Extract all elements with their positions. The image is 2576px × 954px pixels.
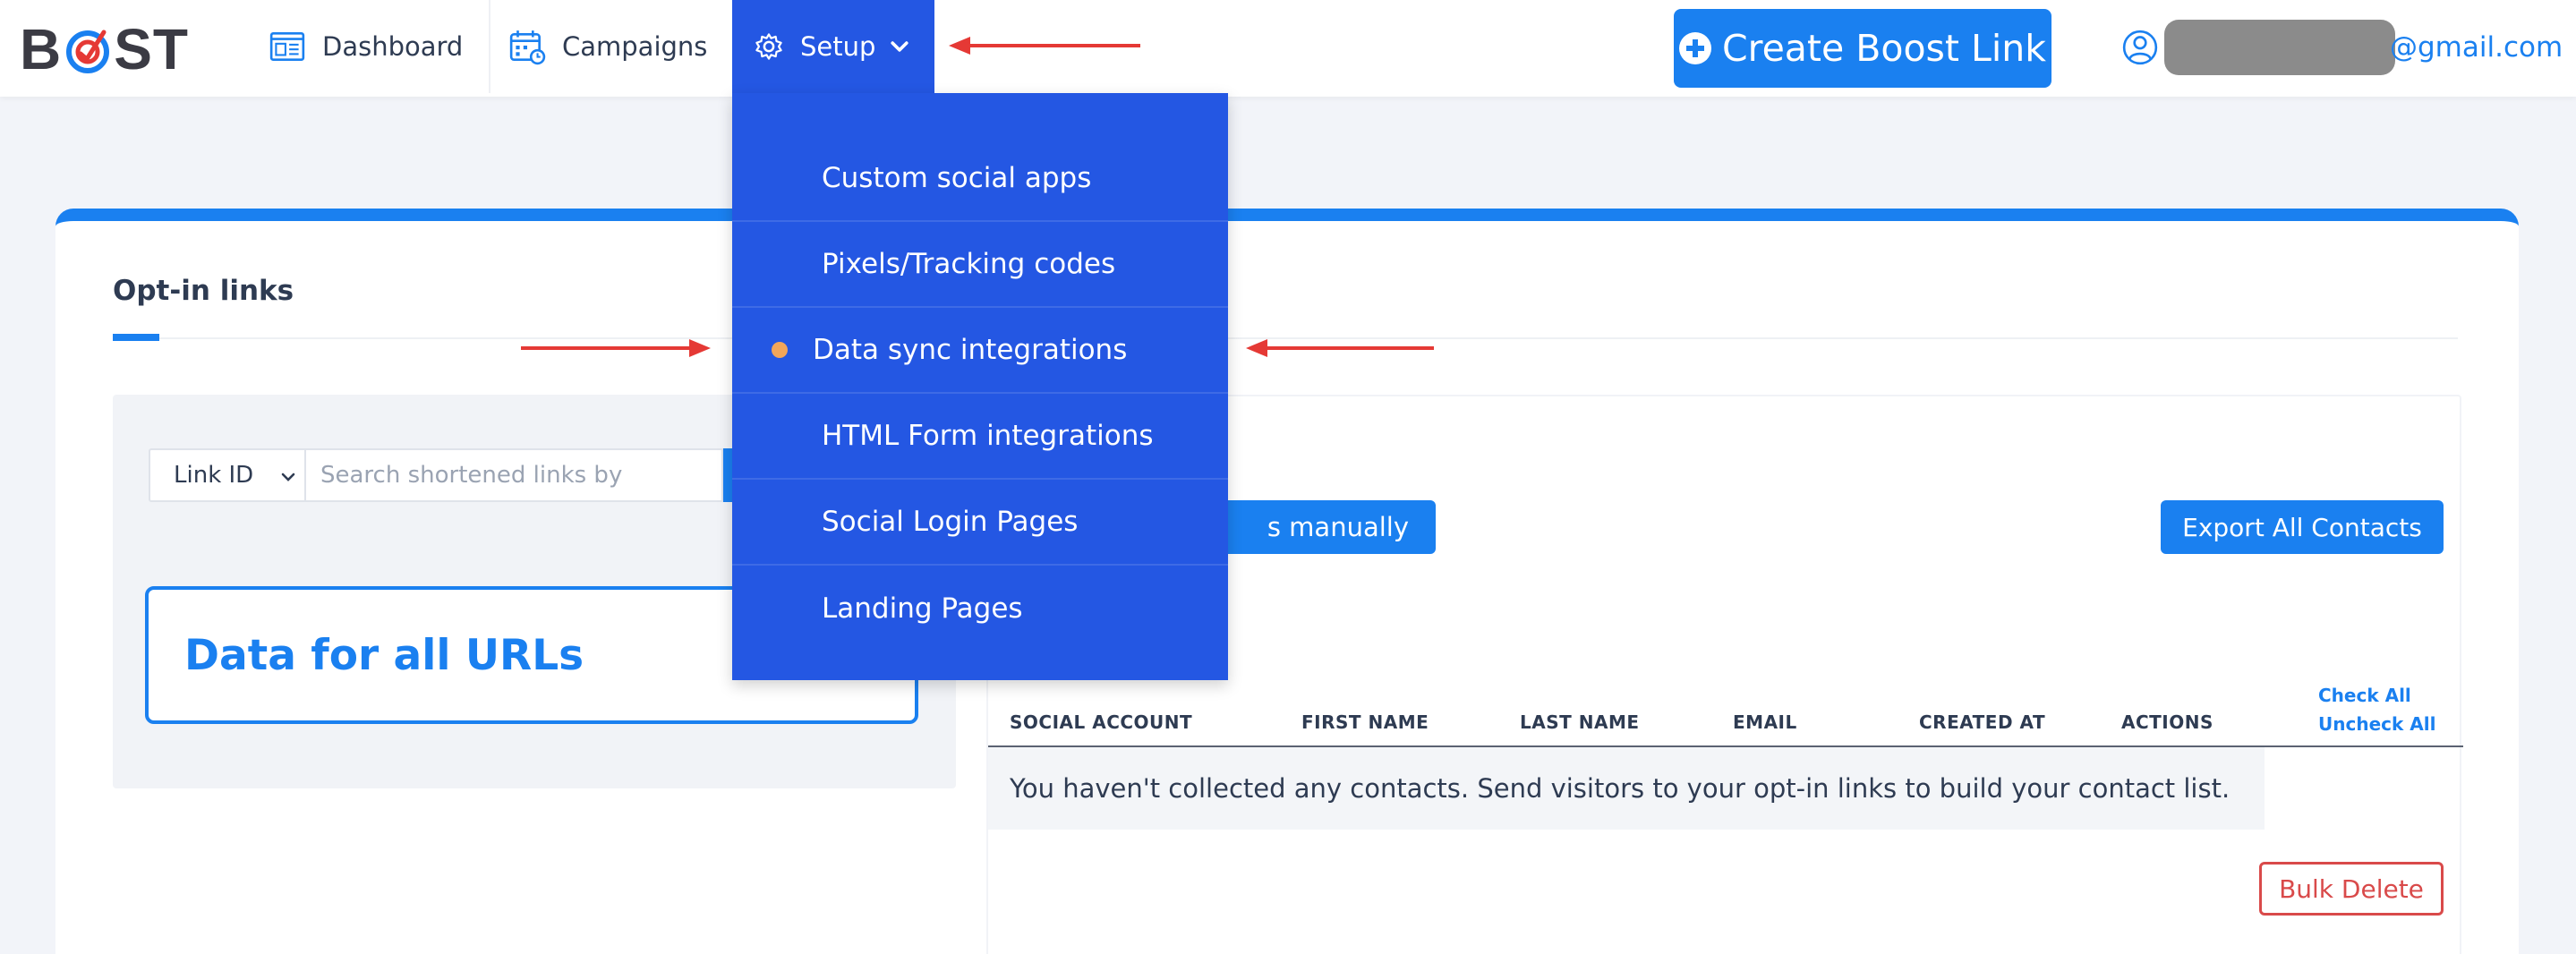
- create-boost-link-button[interactable]: Create Boost Link: [1674, 9, 2051, 88]
- boost-logo[interactable]: B ST: [20, 17, 189, 81]
- logo-target-icon: [64, 18, 111, 81]
- redacted-username: [2164, 20, 2395, 75]
- nav-dashboard-label: Dashboard: [322, 31, 464, 62]
- logo-letter-b: B: [20, 17, 63, 81]
- menu-item-label: Custom social apps: [822, 162, 1092, 194]
- th-email: EMAIL: [1733, 711, 1797, 733]
- setup-dropdown-menu: Custom social apps Pixels/Tracking codes…: [732, 93, 1228, 680]
- menu-item-landing-pages[interactable]: Landing Pages: [732, 566, 1228, 652]
- menu-item-social-login-pages[interactable]: Social Login Pages: [732, 480, 1228, 566]
- plus-circle-icon: [1679, 32, 1711, 64]
- calendar-icon: [509, 30, 546, 65]
- chevron-down-icon: [891, 41, 909, 52]
- create-boost-link-label: Create Boost Link: [1722, 27, 2046, 70]
- user-menu[interactable]: @gmail.com: [2121, 16, 2563, 79]
- empty-table-message: You haven't collected any contacts. Send…: [988, 747, 2265, 830]
- menu-item-label: Landing Pages: [822, 592, 1023, 625]
- check-all-link[interactable]: Check All: [2318, 685, 2435, 706]
- link-id-select-value: Link ID: [174, 462, 254, 489]
- tab-opt-in-links[interactable]: Opt-in links: [113, 275, 294, 307]
- menu-item-pixels-tracking-codes[interactable]: Pixels/Tracking codes: [732, 222, 1228, 308]
- active-tab-underline: [113, 334, 159, 341]
- th-social-account: SOCIAL ACCOUNT: [1010, 711, 1193, 733]
- menu-item-label: Social Login Pages: [822, 506, 1079, 538]
- menu-item-label: HTML Form integrations: [822, 420, 1154, 452]
- main-card: Opt-in links Link ID Data for all URLs s…: [55, 209, 2519, 954]
- chevron-down-icon: [281, 473, 295, 481]
- nav-campaigns-label: Campaigns: [562, 31, 708, 62]
- th-first-name: FIRST NAME: [1301, 711, 1429, 733]
- menu-item-data-sync-integrations[interactable]: Data sync integrations: [732, 308, 1228, 394]
- search-input[interactable]: [306, 448, 723, 502]
- link-id-select[interactable]: Link ID: [149, 448, 306, 502]
- active-dot-icon: [772, 342, 788, 358]
- search-row: Link ID: [149, 448, 750, 502]
- dashboard-icon: [269, 31, 305, 62]
- gear-icon: [755, 33, 782, 60]
- check-links: Check All Uncheck All: [2318, 685, 2435, 735]
- th-last-name: LAST NAME: [1520, 711, 1640, 733]
- nav-dashboard[interactable]: Dashboard: [269, 0, 463, 93]
- nav-divider: [489, 0, 490, 93]
- th-created-at: CREATED AT: [1919, 711, 2046, 733]
- nav-setup-label: Setup: [800, 31, 876, 62]
- annotation-arrow-left-icon: [949, 37, 1140, 55]
- annotation-arrow-right-icon: [521, 339, 711, 357]
- user-email[interactable]: @gmail.com: [2390, 31, 2563, 64]
- user-avatar-icon: [2122, 30, 2158, 65]
- nav-setup[interactable]: Setup: [732, 0, 934, 93]
- menu-item-label: Pixels/Tracking codes: [822, 248, 1116, 280]
- uncheck-all-link[interactable]: Uncheck All: [2318, 713, 2435, 735]
- th-actions: ACTIONS: [2121, 711, 2213, 733]
- menu-item-label: Data sync integrations: [813, 334, 1128, 366]
- nav-campaigns[interactable]: Campaigns: [508, 0, 707, 93]
- top-navbar: B ST Dashboard Campaigns Setup Create Bo…: [0, 0, 2576, 97]
- menu-item-custom-social-apps[interactable]: Custom social apps: [732, 136, 1228, 222]
- logo-letters-st: ST: [114, 17, 189, 81]
- bulk-delete-button[interactable]: Bulk Delete: [2259, 862, 2444, 916]
- annotation-arrow-left-icon: [1246, 339, 1434, 357]
- add-contacts-manually-label: s manually: [1267, 512, 1409, 542]
- export-all-contacts-button[interactable]: Export All Contacts: [2161, 500, 2444, 554]
- menu-item-html-form-integrations[interactable]: HTML Form integrations: [732, 394, 1228, 480]
